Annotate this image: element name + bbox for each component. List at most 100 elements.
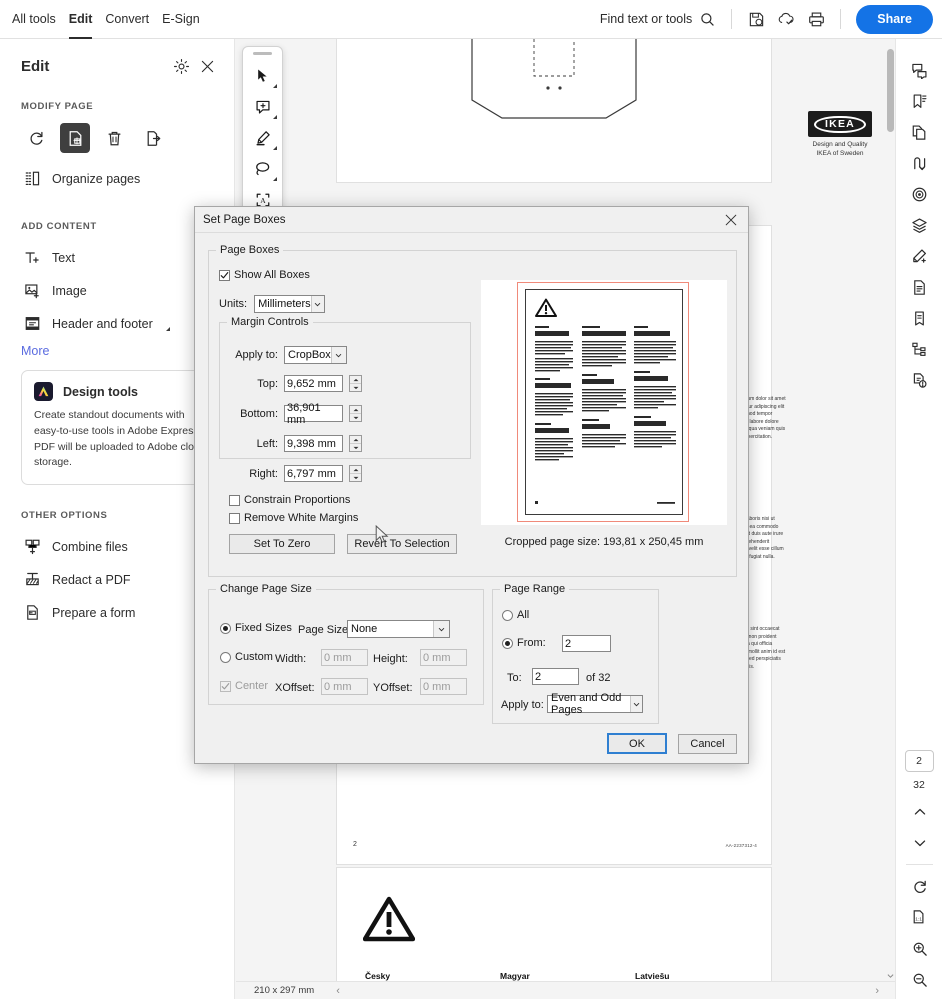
comment-icon[interactable] [896,55,942,86]
extract-page-icon[interactable] [138,123,168,153]
range-from-radio[interactable] [502,638,513,649]
margin-top-stepper[interactable] [349,375,362,392]
floating-tool-palette[interactable]: A [242,46,283,220]
current-page-input[interactable]: 2 [905,750,934,772]
bookmark-icon[interactable] [896,86,942,117]
page-size-label: 210 x 297 mm [254,985,314,996]
structure-tree-icon[interactable] [896,334,942,365]
stepper-down-icon[interactable] [350,384,361,391]
stepper-up-icon[interactable] [350,406,361,414]
chevron-down-icon[interactable] [896,827,942,858]
range-all-row[interactable]: All [502,609,529,621]
design-tools-description: Create standout documents with easy-to-u… [34,408,209,471]
constrain-proportions-row[interactable]: Constrain Proportions [229,494,350,506]
layers-icon[interactable] [896,210,942,241]
margin-left-input[interactable]: 9,398 mm [284,435,343,452]
range-all-radio[interactable] [502,610,513,621]
range-from-input[interactable]: 2 [562,635,611,652]
constrain-proportions-checkbox[interactable] [229,495,240,506]
ok-button[interactable]: OK [607,733,667,754]
custom-radio[interactable] [220,652,231,663]
document-icon[interactable] [896,272,942,303]
sign-icon[interactable] [896,148,942,179]
tool-caret-icon [273,115,277,119]
select-tool-icon[interactable] [246,60,279,91]
show-all-boxes-checkbox[interactable] [219,270,230,281]
margin-left-stepper[interactable] [349,435,362,452]
chevron-left-icon[interactable]: ‹ [336,985,340,997]
cancel-button[interactable]: Cancel [678,734,737,754]
palette-drag-handle[interactable] [253,52,272,55]
remove-white-margins-row[interactable]: Remove White Margins [229,512,358,524]
chevron-up-icon[interactable] [896,796,942,827]
delete-page-icon[interactable] [99,123,129,153]
scrollbar-thumb[interactable] [887,49,894,132]
apply-to-row: Apply to: CropBox [230,346,347,364]
print-icon[interactable] [801,4,831,34]
document-scrollbar[interactable] [886,39,895,999]
range-from-row[interactable]: From: [502,637,546,649]
page-sizes-select[interactable]: None [347,620,450,638]
margin-bottom-stepper[interactable] [349,405,362,422]
close-icon[interactable] [714,207,748,233]
rotate-page-icon[interactable] [21,123,51,153]
height-input[interactable]: 0 mm [420,649,467,666]
custom-row[interactable]: Custom [220,651,273,663]
close-icon[interactable] [194,53,220,79]
tab-convert[interactable]: Convert [105,0,149,39]
margin-top-input[interactable]: 9,652 mm [284,375,343,392]
lasso-icon[interactable] [246,153,279,184]
gear-icon[interactable] [168,53,194,79]
tab-esign[interactable]: E-Sign [162,0,200,39]
units-select[interactable]: Millimeters [254,295,325,313]
page-thumbnails-icon[interactable] [896,117,942,148]
fit-page-icon[interactable]: 1:1 [896,902,942,933]
stepper-up-icon[interactable] [350,436,361,444]
target-icon[interactable] [896,179,942,210]
add-comment-icon[interactable] [246,91,279,122]
design-tools-card[interactable]: Design tools › Create standout documents… [21,370,222,485]
center-row[interactable]: Center [220,680,268,692]
rotate-view-icon[interactable] [896,871,942,902]
range-to-input[interactable]: 2 [532,668,579,685]
protect-icon[interactable] [896,365,942,396]
chevron-right-icon[interactable]: › [875,985,879,997]
apply-to-select[interactable]: CropBox [284,346,347,364]
margin-right-input[interactable]: 6,797 mm [284,465,343,482]
fixed-sizes-row[interactable]: Fixed Sizes [220,622,292,634]
margin-right-stepper[interactable] [349,465,362,482]
zoom-in-icon[interactable] [896,933,942,964]
yoffset-input[interactable]: 0 mm [420,678,467,695]
set-page-boxes-dialog[interactable]: Set Page Boxes Page Boxes Show All Boxes… [194,206,749,764]
search-icon[interactable] [692,4,722,34]
crop-page-icon[interactable] [60,123,90,153]
center-checkbox[interactable] [220,681,231,692]
revert-to-selection-button[interactable]: Revert To Selection [347,534,457,554]
tag-icon[interactable] [896,303,942,334]
stepper-up-icon[interactable] [350,376,361,384]
sidebar-item-organize-pages[interactable]: Organize pages [0,162,234,195]
stepper-up-icon[interactable] [350,466,361,474]
stepper-down-icon[interactable] [350,474,361,481]
find-text-or-tools-label[interactable]: Find text or tools [600,12,692,26]
range-apply-to-select[interactable]: Even and Odd Pages [547,695,643,713]
highlight-icon[interactable] [246,122,279,153]
scroll-down-icon[interactable] [886,969,895,981]
share-button[interactable]: Share [856,5,933,34]
redact-mark-icon[interactable] [896,241,942,272]
margin-top-row: Top: 9,652 mm [230,375,362,392]
save-to-cloud-icon[interactable] [741,4,771,34]
tab-edit[interactable]: Edit [69,0,93,39]
width-input[interactable]: 0 mm [321,649,368,666]
remove-white-margins-checkbox[interactable] [229,513,240,524]
zoom-out-icon[interactable] [896,964,942,995]
stepper-down-icon[interactable] [350,444,361,451]
stepper-down-icon[interactable] [350,414,361,421]
cloud-sync-icon[interactable] [771,4,801,34]
set-to-zero-button[interactable]: Set To Zero [229,534,335,554]
tab-all-tools[interactable]: All tools [12,0,56,39]
xoffset-input[interactable]: 0 mm [321,678,368,695]
fixed-sizes-radio[interactable] [220,623,231,634]
margin-bottom-input[interactable]: 36,901 mm [284,405,343,422]
show-all-boxes-row[interactable]: Show All Boxes [219,269,310,281]
